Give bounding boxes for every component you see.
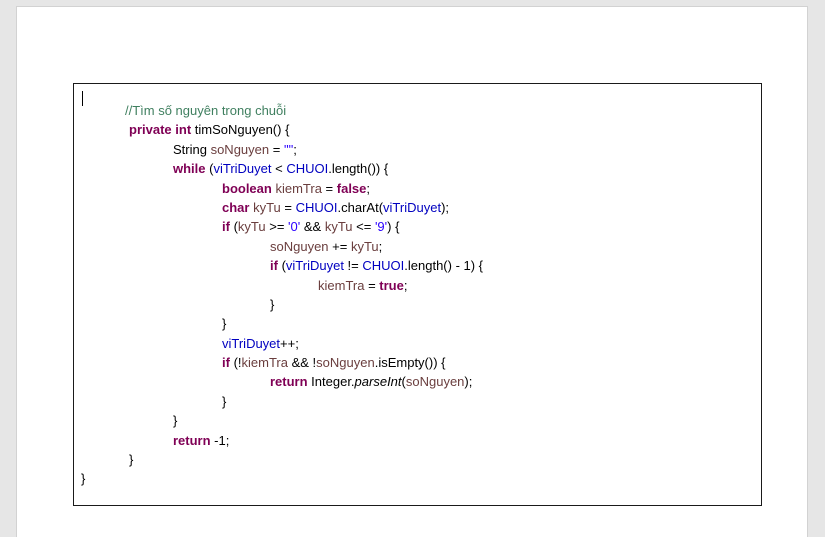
code-token: } (173, 413, 178, 429)
code-token: = (364, 277, 380, 293)
code-token: kyTu (237, 219, 266, 235)
code-token: true (379, 277, 404, 293)
code-line: } (81, 392, 761, 411)
code-token: viTriDuyet (383, 199, 442, 215)
code-token: = (321, 180, 337, 196)
code-token: != (343, 258, 363, 274)
code-token: } (270, 296, 275, 312)
code-token: if (222, 219, 230, 235)
code-token: CHUOI (362, 258, 405, 274)
code-token: ) { (387, 219, 400, 235)
code-token: .isEmpty()) { (374, 355, 446, 371)
code-token: kiemTra (318, 277, 365, 293)
code-line: return Integer.parseInt(soNguyen); (81, 372, 761, 391)
code-token: '0' (288, 219, 301, 235)
code-token: if (270, 258, 278, 274)
code-token: .length() - 1) { (404, 258, 484, 274)
code-token: < (271, 161, 287, 177)
code-token: ; (403, 277, 408, 293)
code-token: ; (366, 180, 371, 196)
code-token: -1; (210, 432, 230, 448)
code-token: kiemTra (275, 180, 322, 196)
code-token: = (280, 199, 296, 215)
code-token: } (81, 471, 86, 487)
code-line: } (81, 314, 761, 333)
code-token: soNguyen (405, 374, 465, 390)
code-token: char (222, 199, 250, 215)
code-token: //Tìm số nguyên trong chuỗi (125, 103, 287, 118)
code-token: ; (378, 238, 383, 254)
code-token: boolean (222, 180, 272, 196)
code-token: timSoNguyen() { (191, 122, 290, 138)
code-token: '9' (374, 219, 388, 235)
document-page: //Tìm số nguyên trong chuỗi private int … (17, 7, 807, 537)
code-line: String soNguyen = ""; (81, 140, 761, 159)
code-token: >= (265, 219, 289, 235)
code-token: if (222, 355, 230, 371)
code-token: ); (464, 374, 473, 390)
code-block[interactable]: //Tìm số nguyên trong chuỗi private int … (73, 83, 762, 506)
code-line: return -1; (81, 431, 761, 450)
code-token: && ! (287, 355, 317, 371)
code-line: } (81, 295, 761, 314)
code-line: kiemTra = true; (81, 276, 761, 295)
code-token: CHUOI (286, 161, 329, 177)
code-token: += (328, 238, 351, 254)
code-token: viTriDuyet (222, 335, 281, 351)
code-token: kyTu (324, 219, 353, 235)
code-line: char kyTu = CHUOI.charAt(viTriDuyet); (81, 198, 761, 217)
code-token: kyTu (350, 238, 379, 254)
code-token: (! (229, 355, 242, 371)
code-token: && (300, 219, 325, 235)
code-token: parseInt (354, 374, 402, 390)
code-line: if (kyTu >= '0' && kyTu <= '9') { (81, 217, 761, 236)
code-token: CHUOI (295, 199, 338, 215)
code-token: soNguyen (270, 238, 329, 254)
code-token: kiemTra (241, 355, 288, 371)
code-line: soNguyen += kyTu; (81, 237, 761, 256)
code-token: .charAt( (337, 199, 384, 215)
code-token: ( (277, 258, 286, 274)
code-lines: //Tìm số nguyên trong chuỗi private int … (81, 101, 761, 489)
code-token: ( (229, 219, 238, 235)
code-line: } (81, 450, 761, 469)
code-token: } (222, 316, 227, 332)
code-token: = (269, 141, 284, 157)
code-token: while (173, 161, 206, 177)
code-token: int (175, 122, 192, 138)
code-token: return (270, 374, 308, 390)
code-token: String (173, 141, 211, 157)
code-token: ++; (280, 335, 299, 351)
code-token: ; (293, 141, 297, 157)
code-token: } (129, 452, 134, 468)
code-token: viTriDuyet (285, 258, 344, 274)
code-token: Integer. (307, 374, 355, 390)
code-token: "" (283, 141, 294, 157)
code-token: ); (441, 199, 450, 215)
code-token: kyTu (253, 199, 281, 215)
code-line: boolean kiemTra = false; (81, 179, 761, 198)
code-line: //Tìm số nguyên trong chuỗi (81, 101, 761, 120)
code-line: if (viTriDuyet != CHUOI.length() - 1) { (81, 256, 761, 275)
code-token: false (336, 180, 367, 196)
code-line: } (81, 469, 761, 488)
code-token: return (173, 432, 211, 448)
code-line: if (!kiemTra && !soNguyen.isEmpty()) { (81, 353, 761, 372)
code-token: .length()) { (328, 161, 389, 177)
code-line: while (viTriDuyet < CHUOI.length()) { (81, 159, 761, 178)
code-token: viTriDuyet (213, 161, 272, 177)
code-token: <= (352, 219, 375, 235)
code-token: } (222, 393, 227, 409)
code-token: private (129, 122, 172, 138)
code-token: soNguyen (210, 141, 270, 157)
code-line: private int timSoNguyen() { (81, 120, 761, 139)
code-line: viTriDuyet++; (81, 334, 761, 353)
code-line: } (81, 411, 761, 430)
code-token: soNguyen (316, 355, 375, 371)
